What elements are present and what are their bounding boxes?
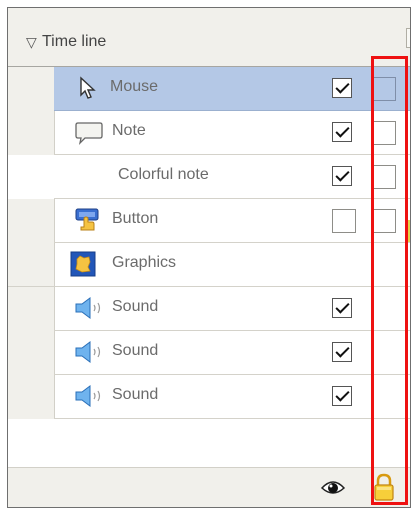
timeline-row-button[interactable]: Button (54, 199, 410, 243)
timeline-row-sound[interactable]: Sound (54, 287, 410, 331)
cursor-icon (80, 76, 96, 99)
timeline-row-note[interactable]: Note (54, 111, 410, 155)
timeline-header[interactable]: ▽ Time line (8, 8, 410, 67)
timeline-footer (8, 467, 410, 507)
visibility-checkbox[interactable] (332, 166, 352, 186)
timeline-row-sound[interactable]: Sound (54, 375, 410, 419)
lock-checkbox[interactable] (372, 121, 396, 145)
row-indent-gutter (8, 67, 55, 155)
row-label: Mouse (110, 78, 159, 95)
visibility-checkbox[interactable] (332, 209, 356, 233)
next-column-edge (406, 28, 410, 48)
row-label: Sound (112, 386, 159, 403)
visibility-checkbox[interactable] (332, 122, 352, 142)
sound-icon (75, 341, 101, 363)
note-icon (75, 122, 103, 145)
visibility-checkbox[interactable] (332, 386, 352, 406)
lock-checkbox[interactable] (372, 77, 396, 101)
row-indent-gutter (8, 155, 54, 199)
timeline-row-colorful-note[interactable]: Colorful note (54, 155, 410, 199)
visibility-checkbox[interactable] (332, 298, 352, 318)
timeline-title: Time line (42, 33, 107, 50)
timeline-row-graphics[interactable]: Graphics (8, 243, 410, 287)
sound-icon (75, 385, 101, 407)
lock-icon[interactable] (373, 472, 395, 502)
row-label: Button (112, 210, 159, 227)
collapse-triangle-icon[interactable]: ▽ (26, 35, 37, 49)
row-label: Colorful note (118, 166, 209, 183)
visibility-checkbox[interactable] (332, 78, 352, 98)
row-label: Graphics (112, 254, 177, 271)
lock-checkbox[interactable] (372, 165, 396, 189)
lock-checkbox[interactable] (372, 209, 396, 233)
button-icon (75, 208, 99, 231)
visibility-checkbox[interactable] (332, 342, 352, 362)
timeline-row-mouse[interactable]: Mouse (54, 67, 410, 111)
sound-icon (75, 297, 101, 319)
row-label: Note (112, 122, 146, 139)
next-column-marker (405, 220, 410, 242)
row-label: Sound (112, 342, 159, 359)
row-label: Sound (112, 298, 159, 315)
timeline-panel: ▽ Time line Mouse Note Colorful note But… (7, 7, 411, 508)
graphics-icon (70, 251, 96, 277)
row-indent-gutter (8, 287, 55, 419)
eye-icon[interactable] (320, 476, 346, 498)
timeline-row-sound[interactable]: Sound (54, 331, 410, 375)
